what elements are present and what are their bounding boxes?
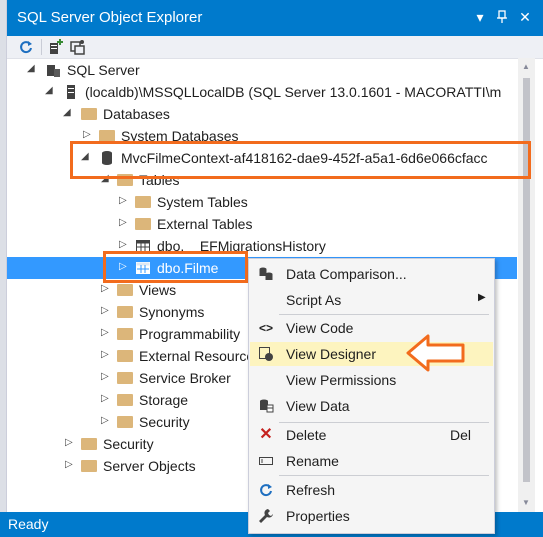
wrench-icon <box>258 508 274 524</box>
folder-icon <box>117 372 133 384</box>
expand-arrow-icon[interactable]: ▷ <box>101 349 109 360</box>
folder-icon <box>117 328 133 340</box>
menu-item-properties[interactable]: Properties <box>250 504 493 528</box>
menu-shortcut: Del <box>450 427 472 443</box>
scroll-down-icon[interactable]: ▼ <box>522 498 530 507</box>
view-data-icon <box>258 398 274 414</box>
menu-item-label: View Data <box>286 398 350 414</box>
submenu-arrow-icon: ▶ <box>478 292 486 303</box>
tree-label: Security <box>139 414 190 430</box>
rename-icon <box>258 453 274 469</box>
pin-icon[interactable] <box>492 6 512 28</box>
expand-arrow-icon[interactable]: ▷ <box>65 437 73 448</box>
menu-item-label: Refresh <box>286 482 336 498</box>
tree-node-databases[interactable]: ◢ Databases <box>7 103 517 125</box>
refresh-icon[interactable] <box>17 38 35 56</box>
show-all-icon[interactable] <box>69 38 87 56</box>
panel-toolbar <box>7 36 543 59</box>
server-group-icon <box>45 62 61 78</box>
collapse-arrow-icon[interactable]: ◢ <box>45 85 53 96</box>
designer-icon <box>258 346 274 362</box>
tree-label: Programmability <box>139 326 241 342</box>
tree-label: Views <box>139 282 177 298</box>
expand-arrow-icon[interactable]: ▷ <box>119 195 127 206</box>
add-server-icon[interactable] <box>47 38 65 56</box>
refresh-icon <box>258 482 274 498</box>
scroll-up-icon[interactable]: ▲ <box>522 62 530 71</box>
collapse-arrow-icon[interactable]: ◢ <box>63 107 71 118</box>
tree-label: Databases <box>103 106 170 122</box>
expand-arrow-icon[interactable]: ▷ <box>119 217 127 228</box>
menu-item-rename[interactable]: Rename <box>250 449 493 473</box>
folder-icon <box>117 284 133 296</box>
panel-titlebar: SQL Server Object Explorer ▾ ✕ <box>7 0 543 36</box>
expand-arrow-icon[interactable]: ▷ <box>83 129 91 140</box>
status-text: Ready <box>8 516 49 532</box>
tree-label: External Resources <box>139 348 262 364</box>
tree-label: Service Broker <box>139 370 231 386</box>
scrollbar-thumb[interactable] <box>523 78 530 482</box>
tree-label: External Tables <box>157 216 253 232</box>
menu-item-label: Script As <box>286 292 342 308</box>
delete-icon: ✕ <box>259 426 273 443</box>
chevron-down-icon[interactable]: ▾ <box>470 6 490 28</box>
vertical-scrollbar[interactable]: ▲ ▼ <box>518 58 535 512</box>
menu-item-data-comparison[interactable]: Data Comparison... <box>250 262 493 286</box>
menu-item-label: View Permissions <box>286 372 397 388</box>
menu-separator <box>279 475 489 476</box>
server-icon <box>63 84 79 100</box>
tree-label: Server Objects <box>103 458 196 474</box>
tree-label: SQL Server <box>67 62 140 78</box>
data-comparison-icon <box>258 266 274 282</box>
menu-separator <box>279 314 489 315</box>
expand-arrow-icon[interactable]: ▷ <box>101 371 109 382</box>
menu-item-label: View Designer <box>286 346 377 362</box>
collapse-arrow-icon[interactable]: ◢ <box>27 63 35 74</box>
folder-icon <box>135 196 151 208</box>
tree-node-instance[interactable]: ◢ (localdb)\MSSQLLocalDB (SQL Server 13.… <box>7 81 517 103</box>
toolbar-divider <box>41 39 42 55</box>
tree-label: System Tables <box>157 194 248 210</box>
highlight-box-database <box>70 141 531 179</box>
expand-arrow-icon[interactable]: ▷ <box>119 239 127 250</box>
menu-item-refresh[interactable]: Refresh <box>250 478 493 502</box>
menu-item-label: View Code <box>286 320 354 336</box>
tree-node-ef-history[interactable]: ▷ dbo.__EFMigrationsHistory <box>7 235 517 257</box>
tree-label: Security <box>103 436 154 452</box>
expand-arrow-icon[interactable]: ▷ <box>101 415 109 426</box>
folder-icon <box>81 108 97 120</box>
tree-label: (localdb)\MSSQLLocalDB (SQL Server 13.0.… <box>85 84 502 100</box>
context-menu: Data Comparison... Script As ▶ <> View C… <box>248 258 495 534</box>
menu-item-label: Delete <box>286 427 327 443</box>
folder-icon <box>135 218 151 230</box>
tree-node-system-tables[interactable]: ▷ System Tables <box>7 191 517 213</box>
highlight-box-filme <box>103 251 248 283</box>
expand-arrow-icon[interactable]: ▷ <box>101 305 109 316</box>
folder-icon <box>81 438 97 450</box>
menu-item-label: Rename <box>286 453 339 469</box>
expand-arrow-icon[interactable]: ▷ <box>101 327 109 338</box>
close-icon[interactable]: ✕ <box>515 6 535 28</box>
menu-item-delete[interactable]: ✕ Delete Del <box>250 423 493 447</box>
panel-title: SQL Server Object Explorer <box>17 9 203 26</box>
pointer-arrow-icon <box>406 334 465 372</box>
code-icon: <> <box>258 321 273 335</box>
tree-label: Storage <box>139 392 189 408</box>
folder-icon <box>117 350 133 362</box>
menu-item-label: Data Comparison... <box>286 266 407 282</box>
expand-arrow-icon[interactable]: ▷ <box>65 459 73 470</box>
folder-icon <box>117 416 133 428</box>
tree-node-sql-server[interactable]: ◢ SQL Server <box>7 59 517 81</box>
tree-node-external-tables[interactable]: ▷ External Tables <box>7 213 517 235</box>
folder-icon <box>117 394 133 406</box>
expand-arrow-icon[interactable]: ▷ <box>101 283 109 294</box>
tree-label: Synonyms <box>139 304 205 320</box>
folder-icon <box>81 460 97 472</box>
menu-item-view-data[interactable]: View Data <box>250 394 493 418</box>
folder-icon <box>117 306 133 318</box>
menu-item-script-as[interactable]: Script As ▶ <box>250 288 493 312</box>
menu-item-label: Properties <box>286 508 350 524</box>
expand-arrow-icon[interactable]: ▷ <box>101 393 109 404</box>
